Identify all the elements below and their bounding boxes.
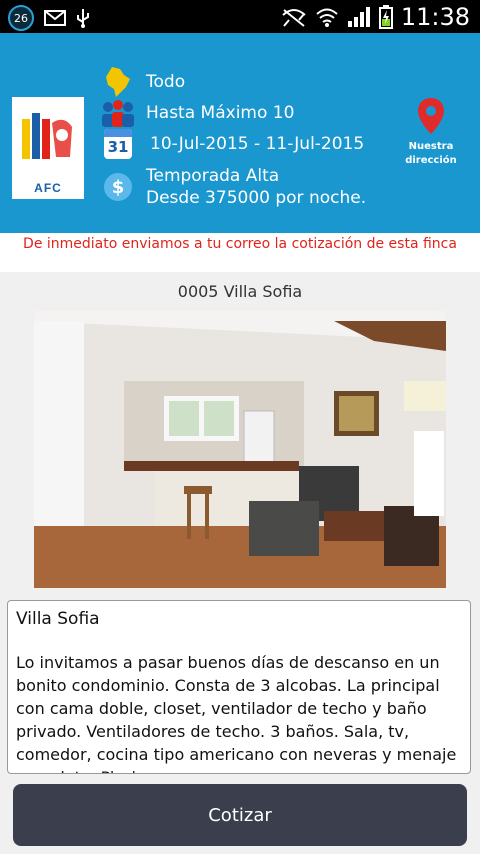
price-text: Desde 375000 por noche. (146, 188, 367, 208)
status-bar: 26 11:38 (0, 0, 480, 33)
people-icon (100, 96, 136, 130)
usb-icon (77, 9, 89, 28)
property-code-title: 0005 Villa Sofia (177, 282, 303, 301)
signal-icon (347, 7, 370, 27)
property-photo (34, 311, 446, 588)
afc-logo: AFC (12, 97, 84, 199)
location-label-line2: dirección (405, 155, 457, 166)
wifi-off-icon (282, 9, 306, 27)
destination-text: Todo (146, 72, 186, 92)
calendar-day: 31 (107, 138, 129, 156)
calendar-icon: 31 (100, 127, 136, 161)
dollar-icon: $ (100, 170, 136, 204)
logo-graphic (22, 113, 72, 159)
battery-icon (378, 5, 393, 29)
dates-text: 10-Jul-2015 - 11-Jul-2015 (150, 134, 365, 154)
property-name: Villa Sofia (16, 609, 100, 629)
colombia-map-icon (100, 65, 136, 99)
season-block: Temporada Alta Desde 375000 por noche. (146, 165, 366, 209)
quote-button[interactable]: Cotizar (13, 784, 467, 846)
destination-row: Todo (100, 65, 185, 99)
location-button[interactable]: Nuestra dirección (400, 97, 462, 167)
property-photo-illustration (34, 311, 446, 588)
description-box[interactable]: Villa Sofia Lo invitamos a pasar buenos … (7, 600, 471, 774)
location-label-line1: Nuestra (408, 141, 454, 152)
guests-row: Hasta Máximo 10 (100, 96, 294, 130)
notification-badge: 26 (8, 5, 34, 31)
season-text: Temporada Alta (146, 166, 280, 186)
mail-icon (44, 10, 66, 26)
location-pin-icon (418, 98, 444, 134)
property-description: Lo invitamos a pasar buenos días de desc… (16, 653, 457, 773)
logo-text: AFC (34, 181, 62, 195)
season-row: $ Temporada Alta Desde 375000 por noche. (100, 165, 366, 209)
clock: 11:38 (400, 3, 470, 31)
guests-text: Hasta Máximo 10 (146, 103, 295, 123)
dates-row: 31 10-Jul-2015 - 11-Jul-2015 (100, 127, 364, 161)
wifi-icon (316, 8, 338, 27)
header: AFC Todo Hasta Máximo 10 31 10-Jul-2015 … (0, 33, 480, 233)
quote-notice: De inmediato enviamos a tu correo la cot… (0, 233, 480, 272)
